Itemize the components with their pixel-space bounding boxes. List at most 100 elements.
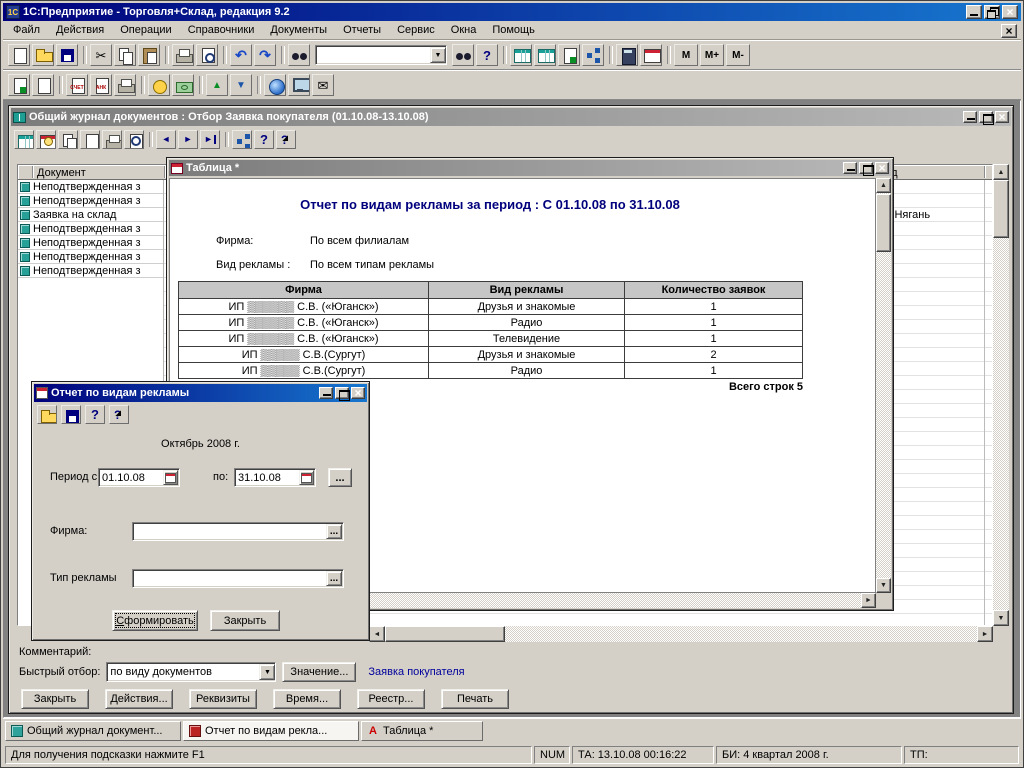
adtype-input[interactable] (136, 570, 325, 587)
preview-icon[interactable] (196, 44, 218, 66)
mail-icon[interactable] (312, 74, 334, 96)
journal-doc-row[interactable]: Неподтвержденная з (18, 250, 163, 264)
help-arrow-icon[interactable] (109, 405, 129, 424)
doc-check-icon[interactable] (558, 44, 580, 66)
print-icon[interactable] (172, 44, 194, 66)
print-icon[interactable] (102, 130, 122, 149)
dialog-close-button[interactable]: Закрыть (210, 610, 280, 631)
report-table-row[interactable]: ИП ▒▒▒▒▒▒ С.В. («Юганск»)Друзья и знаком… (179, 298, 802, 314)
firm-field[interactable]: ... (132, 522, 344, 541)
close-button[interactable] (875, 162, 889, 174)
print-icon[interactable] (114, 74, 136, 96)
menu-item[interactable]: Документы (262, 21, 335, 39)
mem-icon[interactable]: М (674, 44, 698, 66)
table-icon[interactable] (510, 44, 532, 66)
new-icon[interactable] (8, 44, 30, 66)
new-icon[interactable] (80, 130, 100, 149)
scrollbar-thumb[interactable] (385, 626, 505, 642)
journal-doc-row[interactable]: Неподтвержденная з (18, 180, 163, 194)
document-column-header[interactable]: Документ (37, 167, 86, 179)
globe-icon[interactable] (264, 74, 286, 96)
period-picker-button[interactable]: ... (328, 468, 352, 487)
preview-icon[interactable] (124, 130, 144, 149)
mem-icon[interactable]: М- (726, 44, 750, 66)
quick-filter-dropdown[interactable]: по виду документов (106, 662, 276, 682)
adtype-field[interactable]: ... (132, 569, 344, 588)
period-from-input[interactable] (102, 469, 161, 486)
dialog-titlebar[interactable]: Отчет по видам рекламы (34, 384, 367, 402)
firm-picker-button[interactable]: ... (326, 524, 342, 539)
restore-button[interactable] (984, 5, 1000, 19)
cut-icon[interactable] (90, 44, 112, 66)
open-icon[interactable] (37, 405, 57, 424)
report-table-row[interactable]: ИП ▒▒▒▒▒▒ С.В. («Юганск»)Телевидение1 (179, 330, 802, 346)
close-button[interactable] (1002, 5, 1018, 19)
nav-next-icon[interactable] (178, 130, 198, 149)
scrollbar-thumb[interactable] (876, 194, 891, 252)
down-icon[interactable] (230, 74, 252, 96)
maximize-button[interactable] (335, 387, 349, 399)
child-close-button[interactable] (1001, 24, 1017, 38)
journal-action-button[interactable]: Реквизиты (189, 689, 257, 709)
journal-doc-row[interactable]: Неподтвержденная з (18, 222, 163, 236)
scroll-left-icon[interactable]: ◄ (369, 626, 385, 642)
period-from-field[interactable] (98, 468, 180, 487)
minimize-button[interactable] (843, 162, 857, 174)
report-table-row[interactable]: ИП ▒▒▒▒▒ С.В.(Сургут)Радио1 (179, 362, 802, 378)
help-icon[interactable] (254, 130, 274, 149)
app-titlebar[interactable]: 1С:Предприятие - Торговля+Склад, редакци… (3, 3, 1021, 21)
menu-item[interactable]: Помощь (484, 21, 543, 39)
period-to-field[interactable] (234, 468, 316, 487)
menu-item[interactable]: Операции (112, 21, 179, 39)
up-icon[interactable] (206, 74, 228, 96)
undo-icon[interactable] (230, 44, 252, 66)
close-button[interactable] (995, 111, 1009, 123)
report-table-row[interactable]: ИП ▒▒▒▒▒▒ С.В. («Юганск»)Радио1 (179, 314, 802, 330)
journal-action-button[interactable]: Печать (441, 689, 509, 709)
report-vertical-scrollbar[interactable]: ▲ ▼ (876, 178, 891, 593)
calendar-icon[interactable] (640, 44, 662, 66)
chevron-down-icon[interactable] (259, 664, 275, 680)
help-icon[interactable] (85, 405, 105, 424)
journal-vertical-scrollbar[interactable]: ▲ ▼ (993, 164, 1009, 626)
help-icon[interactable] (476, 44, 498, 66)
copy-icon[interactable] (58, 130, 78, 149)
open-icon[interactable] (32, 44, 54, 66)
structure-icon[interactable] (582, 44, 604, 66)
chevron-down-icon[interactable] (430, 47, 446, 63)
calc-icon[interactable] (616, 44, 638, 66)
adtype-picker-button[interactable]: ... (326, 571, 342, 586)
nav-prev-icon[interactable] (156, 130, 176, 149)
menu-item[interactable]: Файл (5, 21, 48, 39)
generate-button[interactable]: Сформировать (112, 610, 198, 631)
journal-doc-row[interactable]: Неподтвержденная з (18, 264, 163, 278)
menu-item[interactable]: Сервис (389, 21, 443, 39)
close-button[interactable] (351, 387, 365, 399)
menu-item[interactable]: Отчеты (335, 21, 389, 39)
cash-icon[interactable] (172, 74, 194, 96)
scroll-up-icon[interactable]: ▲ (876, 178, 891, 193)
mem-icon[interactable]: М+ (700, 44, 724, 66)
report-table-row[interactable]: ИП ▒▒▒▒▒ С.В.(Сургут)Друзья и знакомые2 (179, 346, 802, 362)
minimize-button[interactable] (966, 5, 982, 19)
journal-action-button[interactable]: Закрыть (21, 689, 89, 709)
journal-doc-row[interactable]: Неподтвержденная з (18, 236, 163, 250)
window-tab[interactable]: Отчет по видам рекла... (183, 721, 359, 741)
table-icon[interactable] (14, 130, 34, 149)
anketa-icon[interactable]: АНК (90, 74, 112, 96)
find-icon[interactable] (288, 44, 310, 66)
menu-item[interactable]: Окна (443, 21, 485, 39)
journal-doc-row[interactable]: Заявка на склад (18, 208, 163, 222)
redo-icon[interactable] (254, 44, 276, 66)
find-icon[interactable] (452, 44, 474, 66)
scroll-up-icon[interactable]: ▲ (993, 164, 1009, 180)
journal-doc-row[interactable]: Неподтвержденная з (18, 194, 163, 208)
journal-action-button[interactable]: Реестр... (357, 689, 425, 709)
menu-item[interactable]: Справочники (180, 21, 263, 39)
paste-icon[interactable] (138, 44, 160, 66)
window-tab[interactable]: Таблица * (361, 721, 483, 741)
table-icon[interactable] (534, 44, 556, 66)
new-icon[interactable] (32, 74, 54, 96)
scrollbar-thumb[interactable] (993, 180, 1009, 238)
save-icon[interactable] (61, 405, 81, 424)
